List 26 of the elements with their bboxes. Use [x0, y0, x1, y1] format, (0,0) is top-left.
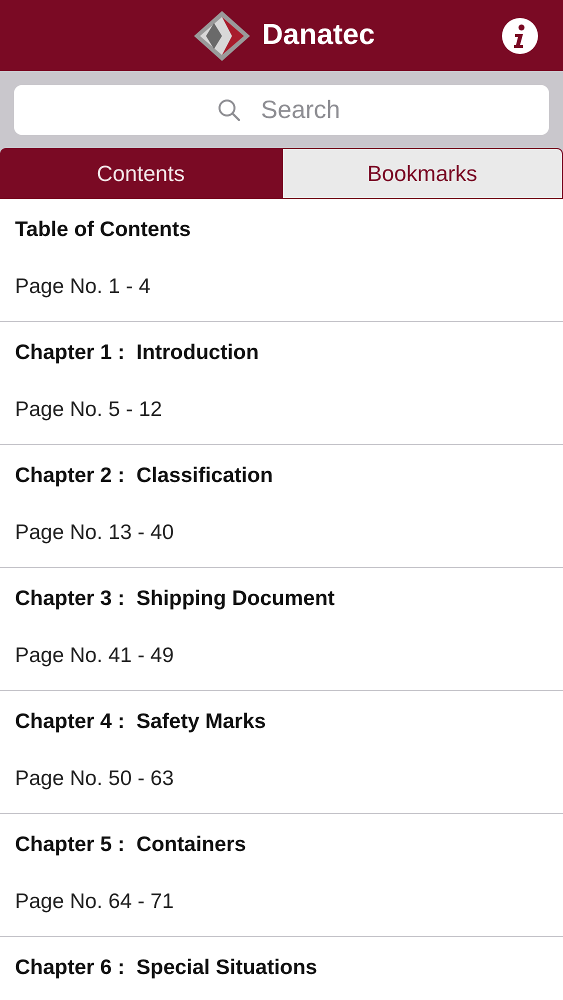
app-title: Danatec — [262, 19, 375, 52]
contents-item[interactable]: Chapter 2 : Classification Page No. 13 - 40 — [0, 445, 563, 568]
chapter-title: Table of Contents — [15, 218, 192, 242]
search-field[interactable]: Search — [14, 85, 549, 135]
contents-item[interactable]: Chapter 4 : Safety Marks Page No. 50 - 63 — [0, 691, 563, 814]
info-icon[interactable] — [502, 18, 538, 54]
contents-item[interactable]: Chapter 6 : Special Situations — [0, 937, 563, 1000]
chapter-title: Chapter 4 : Safety Marks — [15, 710, 267, 734]
page-range: Page No. 41 - 49 — [15, 644, 175, 668]
tab[interactable]: Bookmarks — [282, 148, 563, 199]
page-range: Page No. 64 - 71 — [15, 890, 175, 914]
chapter-title: Chapter 2 : Classification — [15, 464, 274, 488]
contents-item[interactable]: Chapter 3 : Shipping Document Page No. 41 - 49 — [0, 568, 563, 691]
page-range: Page No. 50 - 63 — [15, 767, 175, 791]
page-range: Page No. 5 - 12 — [15, 398, 164, 422]
chapter-title: Chapter 5 : Containers — [15, 833, 248, 857]
logo-icon — [192, 8, 252, 62]
contents-item[interactable]: Table of Contents Page No. 1 - 4 — [0, 199, 563, 322]
page-range: Page No. 1 - 4 — [15, 275, 152, 299]
contents-item[interactable]: Chapter 5 : Containers Page No. 64 - 71 — [0, 814, 563, 937]
tab[interactable]: Contents — [0, 148, 282, 199]
chapter-title: Chapter 1 : Introduction — [15, 341, 260, 365]
chapter-title: Chapter 3 : Shipping Document — [15, 587, 336, 611]
page-range: Page No. 13 - 40 — [15, 521, 175, 545]
contents-item[interactable]: Chapter 1 : Introduction Page No. 5 - 12 — [0, 322, 563, 445]
chapter-title: Chapter 6 : Special Situations — [15, 956, 318, 980]
